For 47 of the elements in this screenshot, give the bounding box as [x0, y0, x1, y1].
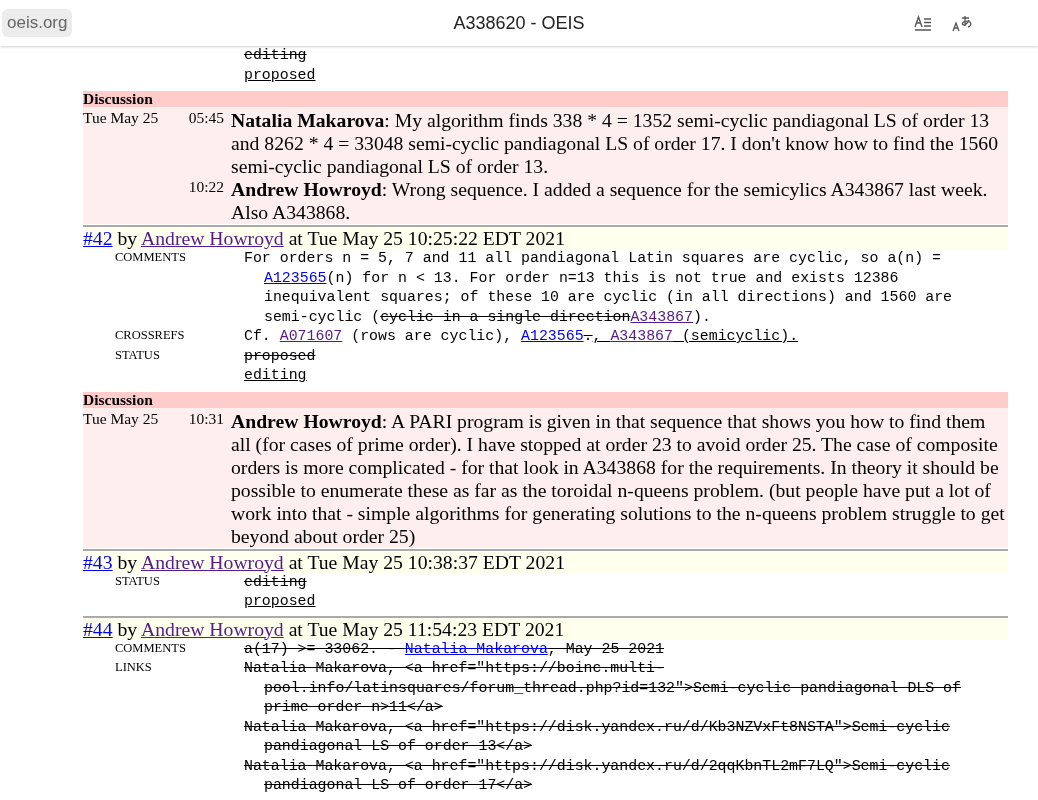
link[interactable]: A123565: [521, 328, 584, 344]
field-value: Natalia Makarova, <a href="https://disk.yandex.ru/d/2qqKbnTL2mF7LQ">Semi-cyclic pandiagonal LS of order 17</a>: [244, 756, 951, 795]
entry-time: 10:22: [187, 178, 224, 197]
entry-time: 05:45: [187, 109, 224, 128]
field-label: CROSSREFS: [114, 327, 186, 344]
link[interactable]: Andrew Howroyd: [141, 227, 284, 249]
site-address[interactable]: oeis.org: [2, 9, 73, 37]
field-value: proposed: [244, 65, 317, 85]
field-label: STATUS: [114, 573, 161, 590]
field-value: proposed: [244, 346, 317, 366]
field-value: editing: [244, 46, 308, 65]
entry-date: Tue May 25: [83, 109, 160, 128]
discussion-message: Natalia Makarova: My algorithm finds 338 * 4 = 1352 semi-cyclic pandiagonal LS of order 13 and 8262 * 4 = 33048 semi-cyclic pandiagonal LS of order 17. I don't know how to find the 1560 semi-cyclic pandiagonal LS of order 13.: [231, 109, 999, 178]
translate-icon[interactable]: [952, 14, 974, 32]
discussion-heading: Discussion: [83, 391, 1008, 408]
link[interactable]: #43: [83, 550, 113, 573]
edit-header: #44 by Andrew Howroyd at Tue May 25 11:54:23 EDT 2021: [83, 615, 1008, 640]
link[interactable]: Andrew Howroyd: [141, 617, 284, 640]
page-title: A338620 - OEIS: [453, 12, 585, 34]
field-value: Cf. A071607 (rows are cyclic), A123565., A343867 (semicyclic).: [244, 327, 800, 346]
discussion-message: Andrew Howroyd: Wrong sequence. I added a sequence for the semicylics A343867 last week. Also A343868.: [231, 178, 989, 224]
field-value: editing: [244, 366, 308, 385]
field-value: editing: [244, 573, 308, 592]
edit-header: #43 by Andrew Howroyd at Tue May 25 10:38:37 EDT 2021: [83, 548, 1008, 573]
field-value: a(17) >= 33062. - Natalia Makarova, May 25 2021: [244, 640, 665, 659]
field-label: STATUS: [114, 346, 161, 364]
link[interactable]: A071607: [279, 328, 343, 344]
link[interactable]: Andrew Howroyd: [141, 550, 284, 573]
link[interactable]: Natalia Makarova: [404, 640, 548, 657]
discussion-heading: Discussion: [83, 91, 1008, 107]
field-label: COMMENTS: [114, 640, 187, 657]
link[interactable]: A343867: [630, 308, 693, 325]
link[interactable]: A343867: [610, 328, 673, 344]
discussion-message: Andrew Howroyd: A PARI program is given in that sequence that shows you how to find them all (for cases of prime order). I have stopped at order 23 to avoid order 25. The case of composite orders is more complicated - for that look in A343868 for the requirements. In theory it should be possible to enumerate these as far as the toroidal n-queens problem. (but people have put a lot of work into that - simple algorithms for generating solutions to the n-queens problem struggle to get beyond about order 25): [231, 409, 1006, 548]
field-value: proposed: [244, 592, 317, 611]
reader-view-icon[interactable]: [914, 15, 932, 31]
field-label: COMMENTS: [114, 249, 187, 266]
field-value: Natalia Makarova, <a href="https://disk.yandex.ru/d/Kb3NZVxFt8NSTA">Semi-cyclic pandiagonal LS of order 13</a>: [244, 717, 951, 756]
link[interactable]: #42: [83, 227, 113, 249]
field-label: LINKS: [114, 659, 153, 676]
entry-time: 10:31: [187, 409, 224, 429]
link[interactable]: #44: [83, 617, 113, 640]
edit-header: #42 by Andrew Howroyd at Tue May 25 10:25:22 EDT 2021: [83, 225, 1008, 249]
field-value: For orders n = 5, 7 and 11 all pandiagonal Latin squares are cyclic, so a(n) = A123565(n) for n < 13. For order n=13 this is not true and exists 12386 inequivalent squares; of these 10 are cyclic (in all directions) and 1560 are semi-cyclic (cyclic in a single directionA343867).: [244, 249, 954, 327]
link[interactable]: A123565: [264, 269, 327, 286]
field-value: Natalia Makarova, <a href="https://boinc.multi-pool.info/latinsquares/forum_thread.php?id=132">Semi-cyclic pandiagonal DLS of prime order n>11</a>: [244, 659, 962, 717]
entry-date: Tue May 25: [83, 409, 160, 429]
